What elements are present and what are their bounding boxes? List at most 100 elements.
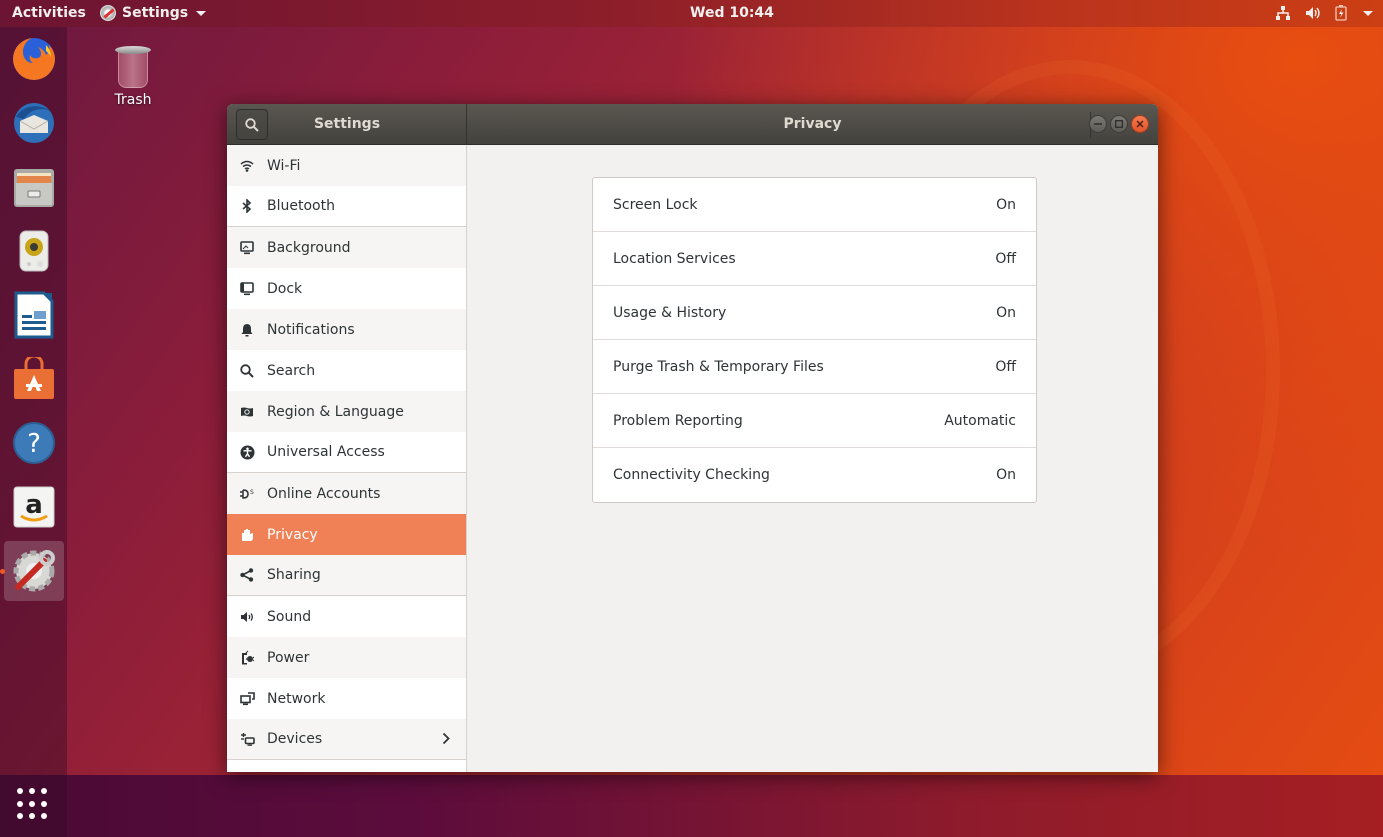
app-menu-label: Settings <box>122 5 189 21</box>
power-icon <box>239 650 255 666</box>
privacy-row-screen-lock[interactable]: Screen Lock On <box>593 178 1036 232</box>
trash-label: Trash <box>114 92 152 108</box>
search-button[interactable] <box>236 109 268 140</box>
chevron-right-icon <box>442 732 450 749</box>
dock-settings[interactable] <box>4 541 64 601</box>
sidebar-item-label: Devices <box>267 731 323 747</box>
system-tray[interactable] <box>1275 5 1373 21</box>
privacy-row-connectivity-checking[interactable]: Connectivity Checking On <box>593 448 1036 502</box>
online-accounts-icon: S <box>239 486 255 502</box>
privacy-settings-list: Screen Lock On Location Services Off Usa… <box>592 177 1037 503</box>
desktop-trash[interactable]: Trash <box>104 46 162 108</box>
minimize-button[interactable] <box>1089 115 1107 133</box>
dock-rhythmbox[interactable] <box>4 221 64 281</box>
writer-document-icon <box>14 291 54 339</box>
dock-firefox[interactable] <box>4 29 64 89</box>
sidebar-item-more[interactable] <box>227 760 466 772</box>
svg-text:a: a <box>25 490 43 520</box>
sidebar-item-power[interactable]: Power <box>227 637 466 678</box>
privacy-panel: Screen Lock On Location Services Off Usa… <box>468 145 1158 772</box>
amazon-icon: a <box>13 486 55 528</box>
network-icon[interactable] <box>1275 5 1291 21</box>
window-controls <box>1089 115 1149 133</box>
sidebar-item-network[interactable]: Network <box>227 678 466 719</box>
sidebar-item-label: Power <box>267 649 310 666</box>
help-icon: ? <box>13 422 55 464</box>
close-icon <box>1136 120 1144 128</box>
dock-libreoffice-writer[interactable] <box>4 285 64 345</box>
settings-tools-icon <box>13 550 55 592</box>
bell-icon <box>239 322 255 338</box>
dock: ? a <box>0 27 67 837</box>
search-icon <box>245 117 259 132</box>
privacy-row-problem-reporting[interactable]: Problem Reporting Automatic <box>593 394 1036 448</box>
activities-button[interactable]: Activities <box>12 5 86 21</box>
sidebar-item-search[interactable]: Search <box>227 350 466 391</box>
search-icon <box>239 363 255 379</box>
sidebar-item-label: Wi-Fi <box>267 157 301 174</box>
sidebar-item-background[interactable]: Background <box>227 227 466 268</box>
sidebar-item-sharing[interactable]: Sharing <box>227 555 466 596</box>
dock-ubuntu-software[interactable] <box>4 349 64 409</box>
svg-text:S: S <box>250 489 254 496</box>
dock-help[interactable]: ? <box>4 413 64 473</box>
network-icon <box>239 691 255 707</box>
sidebar-item-label: Sound <box>267 608 312 625</box>
file-cabinet-icon <box>14 169 54 207</box>
share-icon <box>239 567 255 583</box>
volume-icon[interactable] <box>1305 6 1321 20</box>
row-label: Screen Lock <box>613 196 698 213</box>
sidebar-item-online-accounts[interactable]: S Online Accounts <box>227 473 466 514</box>
region-icon <box>239 404 255 420</box>
privacy-row-location-services[interactable]: Location Services Off <box>593 232 1036 286</box>
row-label: Location Services <box>613 250 736 267</box>
top-bar: Activities Settings Wed 10:44 <box>0 0 1383 27</box>
row-value: Off <box>995 358 1016 375</box>
privacy-row-purge-trash[interactable]: Purge Trash & Temporary Files Off <box>593 340 1036 394</box>
dock-amazon[interactable]: a <box>4 477 64 537</box>
sidebar-item-label: Notifications <box>267 321 355 338</box>
dock-files[interactable] <box>4 157 64 217</box>
dock-icon <box>239 281 255 297</box>
system-menu-arrow-icon[interactable] <box>1363 10 1373 16</box>
wifi-icon <box>239 158 255 174</box>
sidebar-item-region-language[interactable]: Region & Language <box>227 391 466 432</box>
clock[interactable]: Wed 10:44 <box>690 5 774 21</box>
sidebar-item-devices[interactable]: Devices <box>227 719 466 760</box>
svg-text:?: ? <box>27 429 41 459</box>
sidebar-item-label: Dock <box>267 280 303 297</box>
app-menu[interactable]: Settings <box>100 5 207 21</box>
sidebar-item-label: Search <box>267 362 316 379</box>
battery-icon[interactable] <box>1335 5 1347 21</box>
sidebar-item-bluetooth[interactable]: Bluetooth <box>227 186 466 227</box>
sidebar-item-notifications[interactable]: Notifications <box>227 309 466 350</box>
page-title: Privacy <box>783 116 842 132</box>
sidebar-item-privacy[interactable]: Privacy <box>227 514 466 555</box>
sidebar-item-label: Region & Language <box>267 403 404 420</box>
thunderbird-icon <box>14 103 54 143</box>
sidebar-item-universal-access[interactable]: Universal Access <box>227 432 466 473</box>
sidebar-item-label: Sharing <box>267 567 321 583</box>
sidebar-item-label: Universal Access <box>267 444 385 460</box>
dock-thunderbird[interactable] <box>4 93 64 153</box>
sidebar-item-wifi[interactable]: Wi-Fi <box>227 145 466 186</box>
row-label: Usage & History <box>613 304 727 321</box>
sidebar-item-sound[interactable]: Sound <box>227 596 466 637</box>
running-indicator <box>0 569 5 574</box>
close-button[interactable] <box>1131 115 1149 133</box>
shopping-bag-icon <box>14 357 54 399</box>
maximize-icon <box>1115 120 1123 128</box>
show-apps-button[interactable] <box>17 788 49 820</box>
trash-icon <box>115 46 151 90</box>
row-value: On <box>996 196 1016 213</box>
sidebar-item-label: Bluetooth <box>267 198 335 214</box>
sidebar-header: Settings <box>227 104 467 145</box>
privacy-row-usage-history[interactable]: Usage & History On <box>593 286 1036 340</box>
row-value: Automatic <box>944 412 1016 429</box>
sidebar-item-label: Online Accounts <box>267 485 381 502</box>
row-label: Purge Trash & Temporary Files <box>613 358 824 375</box>
sidebar-item-dock[interactable]: Dock <box>227 268 466 309</box>
row-label: Connectivity Checking <box>613 467 770 483</box>
row-value: On <box>996 467 1016 483</box>
maximize-button[interactable] <box>1110 115 1128 133</box>
